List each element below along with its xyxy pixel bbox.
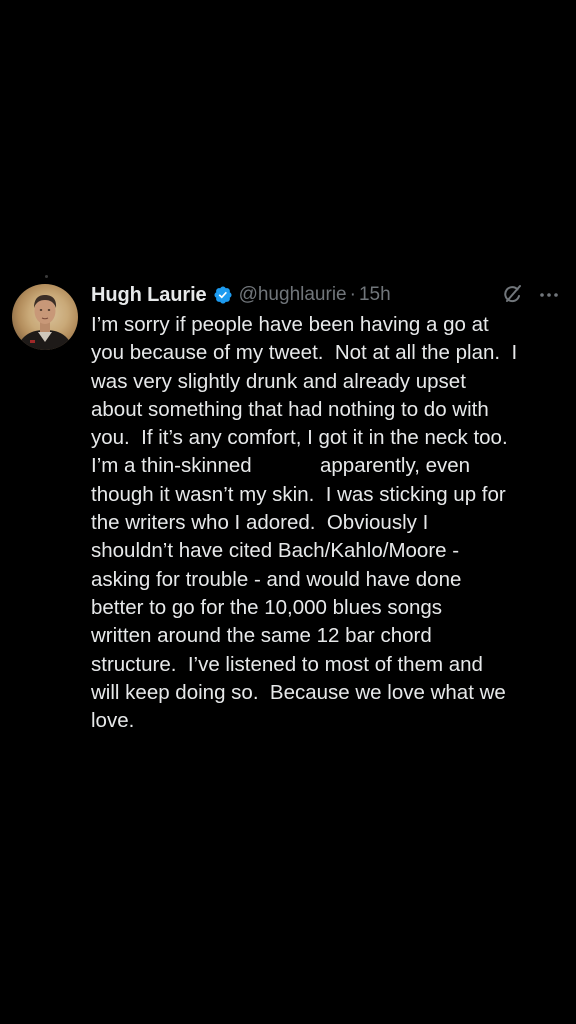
tweet-text-line: written around the same 12 bar chord bbox=[91, 624, 432, 648]
avatar[interactable] bbox=[12, 284, 78, 350]
more-options-icon[interactable] bbox=[538, 283, 560, 307]
tweet[interactable]: Hugh Laurie @hughlaurie · 15h I’m sorry … bbox=[0, 272, 576, 752]
author-handle[interactable]: @hughlaurie bbox=[239, 284, 347, 306]
grok-icon[interactable] bbox=[500, 283, 524, 307]
author-name[interactable]: Hugh Laurie bbox=[91, 284, 207, 307]
tweet-text-line: about something that had nothing to do w… bbox=[91, 397, 489, 421]
tweet-text-line: better to go for the 10,000 blues songs bbox=[91, 595, 443, 619]
header-actions bbox=[500, 282, 560, 308]
tweet-text-line: asking for trouble - and would have done bbox=[91, 567, 462, 591]
thread-dot bbox=[45, 275, 48, 278]
tweet-text-line: I’m a thin-skinned apparently, even bbox=[91, 454, 471, 478]
tweet-text-line: will keep doing so. Because we love what… bbox=[91, 680, 506, 704]
tweet-text-line: you because of my tweet. Not at all the … bbox=[91, 341, 518, 365]
tweet-text-line: structure. I’ve listened to most of them… bbox=[91, 652, 483, 676]
tweet-text-line: though it wasn’t my skin. I was sticking… bbox=[91, 482, 506, 506]
tweet-text-line: I’m sorry if people have been having a g… bbox=[91, 313, 489, 336]
tweet-text-line: shouldn’t have cited Bach/Kahlo/Moore - bbox=[91, 539, 460, 563]
tweet-text-line: you. If it’s any comfort, I got it in th… bbox=[91, 426, 508, 450]
tweet-timestamp[interactable]: 15h bbox=[359, 284, 391, 306]
header-separator: · bbox=[349, 284, 356, 305]
tweet-text-line: the writers who I adored. Obviously I bbox=[91, 511, 429, 535]
avatar-image bbox=[16, 295, 74, 350]
tweet-text-line: love. bbox=[91, 709, 135, 733]
tweet-header: Hugh Laurie @hughlaurie · 15h bbox=[91, 282, 560, 308]
tweet-text-line: was very slightly drunk and already upse… bbox=[91, 369, 466, 393]
verified-badge-icon bbox=[213, 285, 233, 305]
tweet-text: I’m sorry if people have been having a g… bbox=[91, 311, 561, 735]
